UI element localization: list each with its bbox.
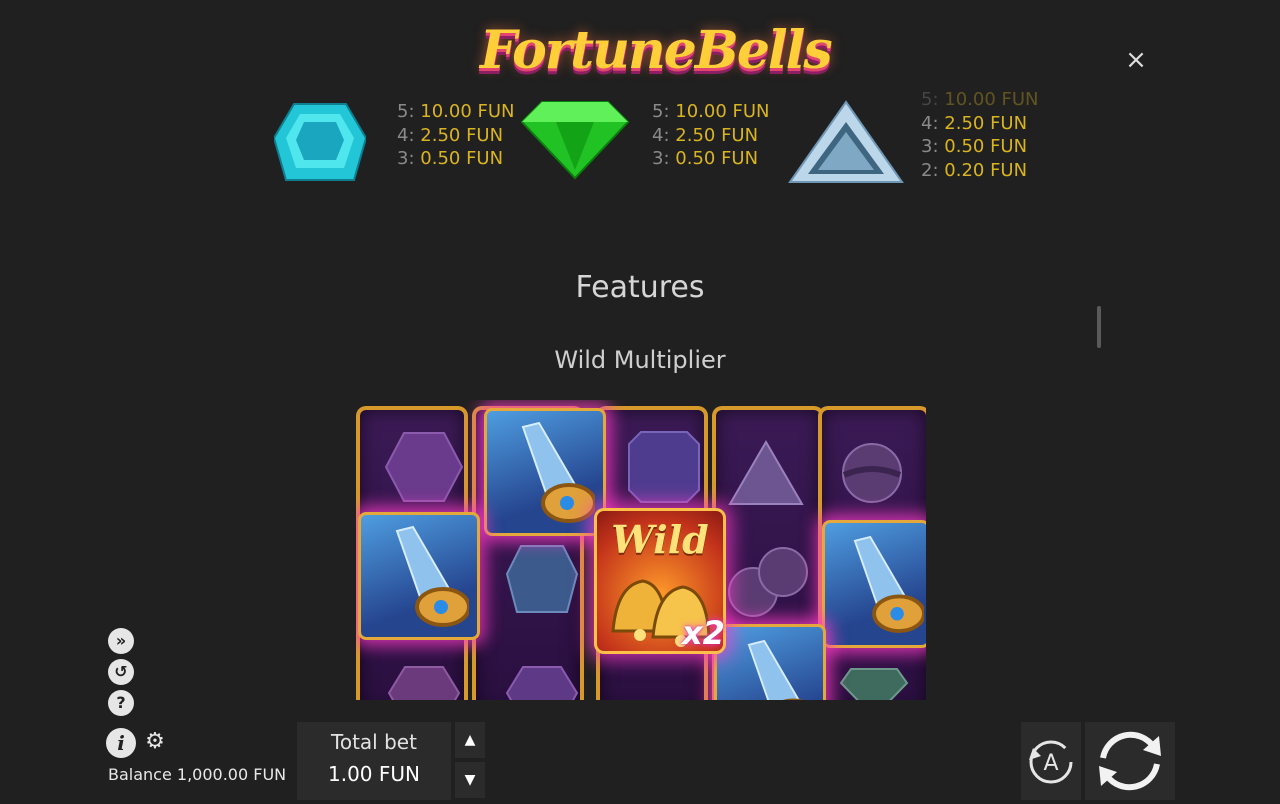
autoplay-label: A — [1043, 751, 1058, 776]
green-gem-icon — [520, 101, 630, 180]
pay-count: 5: — [921, 89, 939, 110]
hexagon-gem-icon — [374, 414, 474, 519]
pay-amount: 2.50 FUN — [420, 124, 504, 146]
bell-icon — [853, 535, 924, 633]
pay-amount: 0.50 FUN — [944, 136, 1028, 157]
cyan-gem-faded-icon — [492, 526, 592, 631]
features-heading: Features — [575, 270, 705, 305]
paytable-values-green-gem: 5: 10.00 FUN 4: 2.50 FUN 3: 0.50 FUN — [652, 100, 770, 171]
pay-amount: 10.00 FUN — [420, 101, 515, 122]
bell-symbol — [484, 408, 606, 536]
pay-count: 3: — [397, 148, 415, 169]
jingle-ball-icon — [822, 420, 922, 525]
scrollbar-thumb[interactable] — [1097, 306, 1101, 348]
multiplier-label: x2 — [682, 614, 725, 652]
paytable-values-white-triangle-gem: 5: 10.00 FUN 4: 2.50 FUN 3: 0.50 FUN 2: … — [921, 88, 1039, 182]
pay-amount: 2.50 FUN — [944, 112, 1028, 134]
help-icon[interactable]: ? — [108, 690, 134, 716]
pay-amount: 0.50 FUN — [675, 148, 759, 169]
pay-count: 5: — [652, 101, 670, 122]
jingle-ball-icon — [718, 530, 818, 635]
bell-icon — [521, 421, 595, 523]
autoplay-history-icon[interactable]: ↺ — [108, 659, 134, 685]
paytable-symbol-green-gem — [520, 100, 630, 184]
balance-display: Balance 1,000.00 FUN — [108, 765, 287, 784]
bell-icon — [747, 639, 804, 700]
pay-amount: 10.00 FUN — [944, 89, 1039, 110]
game-logo: FortuneBells — [480, 20, 833, 81]
settings-gear-icon[interactable]: ⚙ — [143, 730, 167, 754]
pay-amount: 10.00 FUN — [675, 101, 770, 122]
pay-count: 4: — [921, 112, 939, 134]
autoplay-button[interactable]: A — [1021, 722, 1081, 800]
hexagon-gem-icon — [492, 640, 592, 700]
white-triangle-gem-icon — [788, 100, 904, 183]
bet-increase-button[interactable]: ▲ — [455, 722, 485, 758]
square-gem-icon — [614, 414, 714, 519]
pay-count: 5: — [397, 101, 415, 122]
pay-count: 3: — [652, 148, 670, 169]
close-button[interactable]: × — [1122, 46, 1150, 74]
pay-count: 3: — [921, 136, 939, 157]
pay-amount: 0.20 FUN — [944, 159, 1028, 181]
hexagon-gem-icon — [374, 640, 474, 700]
bell-icon — [395, 525, 469, 627]
paytable-values-cyan-gem: 5: 10.00 FUN 4: 2.50 FUN 3: 0.50 FUN — [397, 100, 515, 171]
total-bet-label: Total bet — [331, 730, 417, 754]
arrow-down-icon: ▼ — [464, 772, 476, 788]
wild-label: Wild — [611, 517, 709, 562]
paytable-symbol-cyan-gem — [272, 100, 368, 186]
cyan-gem-icon — [272, 103, 368, 181]
bell-symbol — [714, 624, 826, 700]
bell-symbol — [822, 520, 926, 648]
total-bet-value: 1.00 FUN — [328, 762, 420, 786]
pay-count: 2: — [921, 159, 939, 181]
autoplay-icon: A — [1029, 740, 1073, 784]
info-icon[interactable]: i — [106, 728, 136, 758]
total-bet-display: Total bet 1.00 FUN — [297, 722, 451, 800]
wild-multiplier-heading: Wild Multiplier — [554, 346, 726, 374]
spin-icon — [1099, 731, 1161, 791]
pay-count: 4: — [397, 124, 415, 146]
turbo-icon[interactable]: » — [108, 628, 134, 654]
triangle-gem-icon — [716, 420, 816, 525]
arrow-up-icon: ▲ — [464, 732, 476, 748]
pay-amount: 2.50 FUN — [675, 124, 759, 146]
pay-amount: 0.50 FUN — [420, 148, 504, 169]
paytable-symbol-white-triangle-gem — [788, 100, 904, 188]
green-gem-faded-icon — [824, 640, 924, 700]
bell-symbol — [358, 512, 480, 640]
pay-count: 4: — [652, 124, 670, 146]
bet-decrease-button[interactable]: ▼ — [455, 762, 485, 798]
wild-multiplier-illustration: Wild x2 — [356, 400, 926, 700]
spin-button[interactable] — [1085, 722, 1175, 800]
